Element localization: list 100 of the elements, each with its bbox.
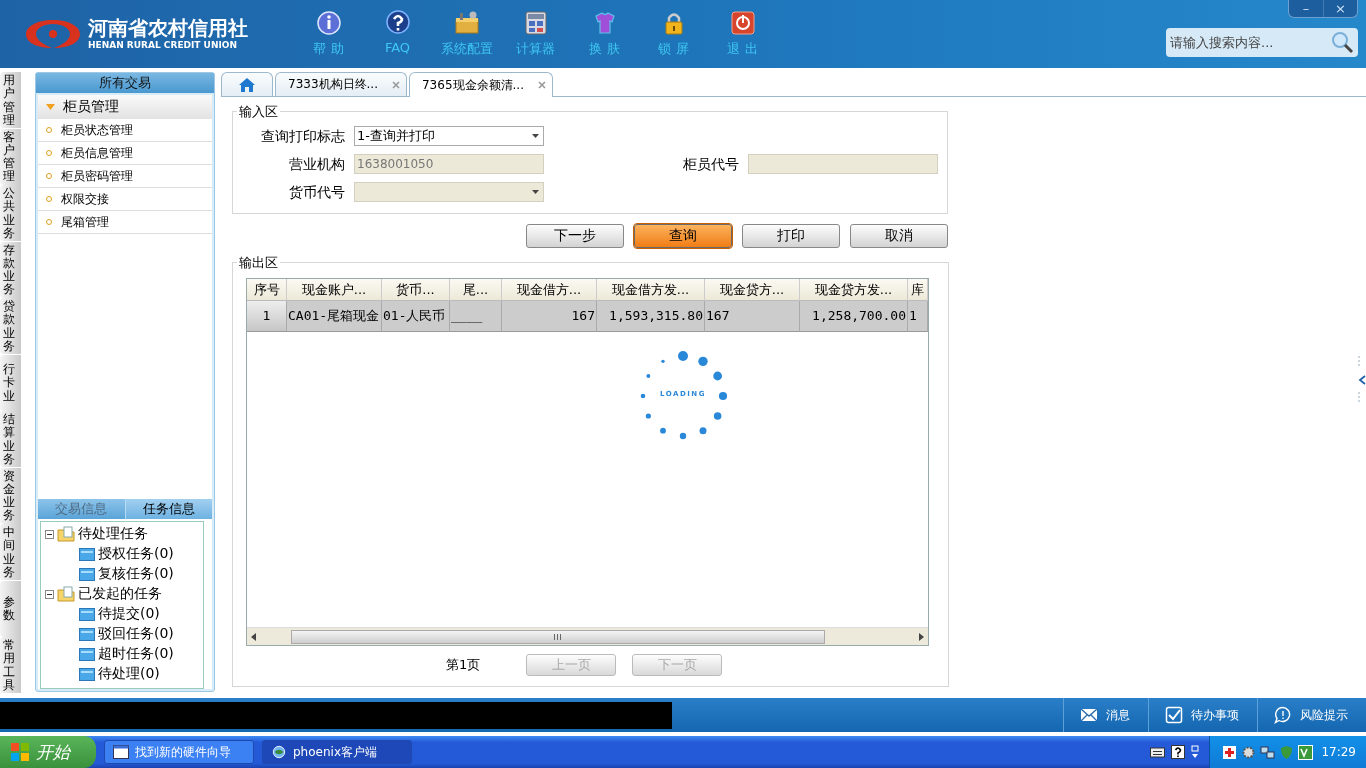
tree-node[interactable]: 超时任务(0) [98,645,174,663]
column-header[interactable]: 序号 [247,279,287,301]
tree-node[interactable]: 授权任务(0) [98,545,174,563]
folder-icon [57,586,75,602]
side-tab[interactable]: 用户管理 [0,72,21,128]
speech-bubble-icon [1274,706,1292,724]
caret-icon [531,134,539,138]
page-number: 第1页 [446,656,482,674]
column-header[interactable]: 现金贷方... [705,279,800,301]
action-button[interactable]: 打印 [742,224,840,248]
folder-icon [79,607,95,621]
collapse-handle-icon[interactable] [1358,356,1366,404]
field-label: 货币代号 [288,183,345,202]
folder-icon [57,526,75,542]
globe-icon [271,745,287,759]
faq-icon [384,10,411,36]
close-icon[interactable] [392,80,400,89]
menu-group[interactable]: 柜员管理 [38,95,212,119]
column-header[interactable]: 库 [908,279,928,301]
side-tab[interactable]: 常用工具 [0,637,21,693]
collapse-icon[interactable] [45,529,54,539]
section-title: 输入区 [237,103,280,121]
table-cell: 01-人民币 [382,301,450,332]
close-icon[interactable] [537,81,546,89]
help-icon[interactable] [1171,745,1186,759]
side-tab[interactable]: 资金业务 [0,467,21,524]
grip-icon [554,633,562,640]
caret-icon [46,104,55,110]
column-header[interactable]: 货币... [382,279,450,301]
side-tab[interactable]: 公共业务 [0,185,21,241]
menu-title: 所有交易 [36,73,214,93]
table-cell: 167 [705,301,800,332]
tree-node[interactable]: 已发起的任务 [78,585,162,603]
exit-icon [729,10,756,36]
column-header[interactable]: 现金借方发... [597,279,705,301]
caret-icon [531,190,539,194]
side-tab[interactable]: 结算业务 [0,411,21,467]
section-title: 输出区 [237,254,280,272]
minimize-button[interactable]: – [1289,0,1323,17]
page-tab[interactable]: 7333机构日终... [275,72,407,96]
table-cell: 1 [247,301,287,332]
logo-icon [24,18,82,50]
tree-node[interactable]: 驳回任务(0) [98,625,174,643]
folder-icon [79,667,95,681]
table-cell: ____ [450,301,502,332]
taskbar-button[interactable]: 找到新的硬件向导 [104,740,254,764]
side-tab[interactable]: 存款业务 [0,241,21,298]
action-button[interactable]: 下一步 [526,224,624,248]
side-tab[interactable]: 中间业务 [0,524,21,580]
column-header[interactable]: 现金贷方发... [800,279,908,301]
gear-icon[interactable] [1241,744,1257,760]
dropdown[interactable]: 1-查询并打印 [354,126,544,146]
column-header[interactable]: 现金借方... [502,279,597,301]
home-icon [238,76,256,93]
home-tab[interactable] [221,72,273,96]
side-tab[interactable]: 行卡业 [0,354,21,411]
search-field[interactable]: 请输入搜索内容... [1166,28,1358,57]
logo-subtitle: HENAN RURAL CREDIT UNION [88,39,238,51]
table-cell: CA01-尾箱现金 [287,301,382,332]
panel-tab[interactable]: 任务信息 [124,499,212,519]
field-label: 查询打印标志 [260,127,345,146]
tree-node[interactable]: 待处理任务 [78,525,148,543]
field-label: 柜员代号 [682,155,739,174]
table-cell: 1 [908,301,928,332]
action-button[interactable]: 取消 [850,224,948,248]
first-aid-icon[interactable] [1222,744,1238,760]
tree-node[interactable]: 待处理(0) [98,665,160,683]
table-cell: 1,258,700.00 [800,301,908,332]
mail-icon [1080,706,1098,724]
restore-icon[interactable] [1191,745,1200,759]
taskbar-button[interactable]: phoenix客户端 [262,740,412,764]
network-icon[interactable] [1260,744,1276,760]
table-cell: 167 [502,301,597,332]
folder-icon [79,647,95,661]
folder-icon [79,567,95,581]
close-button[interactable]: × [1323,0,1357,17]
search-icon [1330,30,1354,54]
tree-node[interactable]: 待提交(0) [98,605,160,623]
column-header[interactable]: 尾... [450,279,502,301]
action-button[interactable]: 查询 [634,224,732,248]
table-cell: 1,593,315.80 [597,301,705,332]
clock: 17:29 [1321,745,1356,759]
keyboard-icon[interactable] [1150,746,1166,758]
tree-node[interactable]: 复核任务(0) [98,565,174,583]
field-label: 营业机构 [288,155,345,174]
folder-icon [79,547,95,561]
side-tab[interactable]: 参数 [0,580,21,637]
side-tab[interactable]: 客户管理 [0,128,21,185]
checkbox-icon [1165,706,1183,724]
app-tray-icon[interactable] [1298,744,1314,760]
horizontal-scrollbar[interactable] [247,627,928,645]
folder-icon [79,627,95,641]
window-icon [113,745,129,759]
info-icon [315,10,342,36]
calc-icon [522,10,549,36]
side-tab[interactable]: 贷款业务 [0,298,21,354]
column-header[interactable]: 现金账户... [287,279,382,301]
collapse-icon[interactable] [45,589,54,599]
logo-title: 河南省农村信用社 [88,17,248,39]
page-tab[interactable]: 7365现金余额清... [409,72,553,97]
